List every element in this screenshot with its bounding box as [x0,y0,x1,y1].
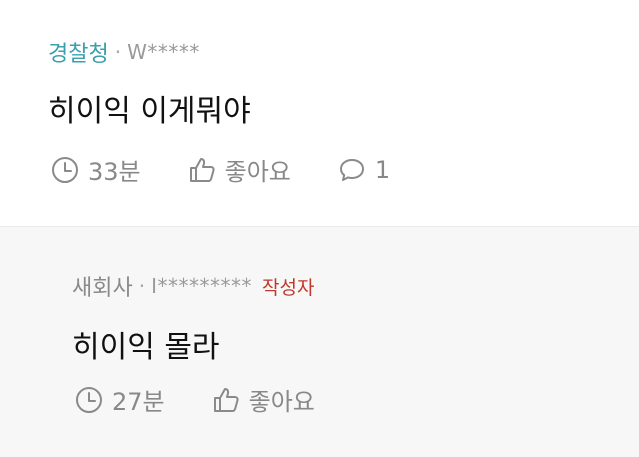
like-label: 좋아요 [248,388,315,416]
thumbs-up-icon [187,155,217,185]
author-prefix[interactable]: 경찰청 [48,36,109,68]
like-label: 좋아요 [224,158,291,186]
comment-text: 히이익 이게뭐야 [48,94,251,129]
comment-time: 33분 [50,152,141,187]
author-id[interactable]: W***** [127,40,200,64]
reply-actions: 27분 좋아요 [74,382,361,417]
reply-item: 새회사 · I********* 작성자 히이익 몰라 27분 좋아요 [0,227,639,457]
clock-icon [50,155,80,185]
time-label: 27분 [112,388,165,416]
reply-meta: 새회사 · I********* 작성자 [72,270,314,302]
meta-separator: · [138,274,146,298]
author-prefix[interactable]: 새회사 [72,270,133,302]
meta-separator: · [114,40,122,64]
speech-bubble-icon [337,155,367,185]
clock-icon [74,385,104,415]
writer-badge: 작성자 [262,276,315,299]
like-button[interactable]: 좋아요 [211,382,315,417]
comment-meta: 경찰청 · W***** [48,36,200,68]
reply-button[interactable]: 1 [337,155,390,185]
reply-text: 히이익 몰라 [72,330,220,365]
reply-count: 1 [374,155,391,184]
comment-actions: 33분 좋아요 1 [50,152,390,187]
like-button[interactable]: 좋아요 [187,152,291,187]
author-id[interactable]: I********* [151,274,252,298]
thumbs-up-icon [211,385,241,415]
comment-item: 경찰청 · W***** 히이익 이게뭐야 33분 좋아요 1 [0,0,639,226]
time-label: 33분 [88,158,141,186]
reply-time: 27분 [74,382,165,417]
